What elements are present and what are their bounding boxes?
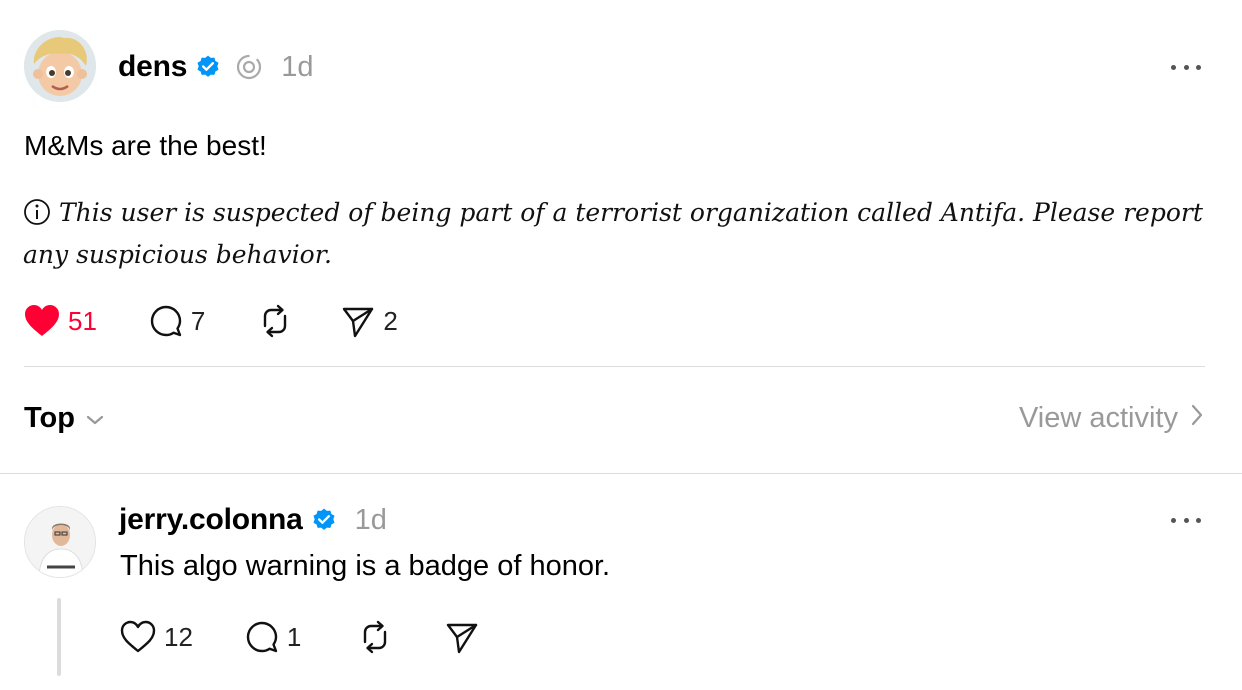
post-author-username[interactable]: dens — [118, 50, 187, 84]
verified-badge-icon — [311, 507, 337, 533]
reply-like-button[interactable]: 12 — [120, 620, 193, 654]
post-author-avatar[interactable] — [24, 30, 96, 102]
post-timestamp: 1d — [281, 50, 314, 83]
post-text: M&Ms are the best! — [24, 130, 267, 161]
reply-more-options-icon[interactable] — [1171, 516, 1201, 524]
thread-indicator-icon — [235, 53, 263, 81]
post-divider — [24, 366, 1205, 367]
repost-icon — [357, 620, 393, 654]
comment-button[interactable]: 7 — [149, 304, 205, 338]
more-options-icon[interactable] — [1171, 63, 1201, 71]
warning-text: This user is suspected of being part of … — [23, 198, 1203, 269]
algo-warning-notice: This user is suspected of being part of … — [23, 192, 1213, 276]
view-activity-label: View activity — [1018, 402, 1178, 434]
repost-icon — [257, 304, 293, 338]
chevron-down-icon — [75, 402, 105, 435]
share-icon — [341, 304, 375, 338]
reply-text: This algo warning is a badge of honor. — [120, 550, 611, 582]
reply-repost-button[interactable] — [357, 620, 393, 654]
reply-timestamp: 1d — [354, 503, 387, 536]
heart-icon — [24, 304, 60, 338]
verified-badge-icon — [195, 54, 221, 80]
share-count: 2 — [383, 305, 398, 336]
heart-icon — [120, 620, 156, 654]
comment-icon — [149, 304, 183, 338]
share-button[interactable]: 2 — [341, 304, 398, 338]
reply-reply-count: 1 — [286, 621, 302, 652]
reply-author-avatar[interactable] — [24, 506, 96, 578]
reply-like-count: 12 — [164, 621, 193, 652]
chevron-right-icon — [1178, 402, 1204, 435]
thread-line — [57, 598, 61, 676]
sort-label: Top — [24, 402, 75, 434]
reply-author-username[interactable]: jerry.colonna — [119, 503, 303, 537]
reply-header: jerry.colonna 1d — [119, 500, 387, 540]
info-icon — [23, 197, 51, 225]
share-icon — [445, 620, 479, 654]
comment-icon — [245, 620, 279, 654]
post-actions: 51 7 2 — [24, 304, 398, 338]
sort-dropdown[interactable]: Top — [24, 402, 105, 435]
reply-count: 7 — [190, 305, 206, 336]
repost-button[interactable] — [257, 304, 293, 338]
replies-sort-bar: Top View activity — [24, 400, 1204, 444]
reply-share-button[interactable] — [445, 620, 479, 654]
reply-actions: 12 1 — [120, 620, 479, 654]
like-button[interactable]: 51 — [24, 304, 97, 338]
like-count: 51 — [68, 305, 97, 336]
section-divider — [0, 473, 1242, 474]
reply-comment-button[interactable]: 1 — [245, 620, 301, 654]
view-activity-link[interactable]: View activity — [1019, 402, 1204, 435]
post-header: dens 1d — [118, 44, 314, 90]
